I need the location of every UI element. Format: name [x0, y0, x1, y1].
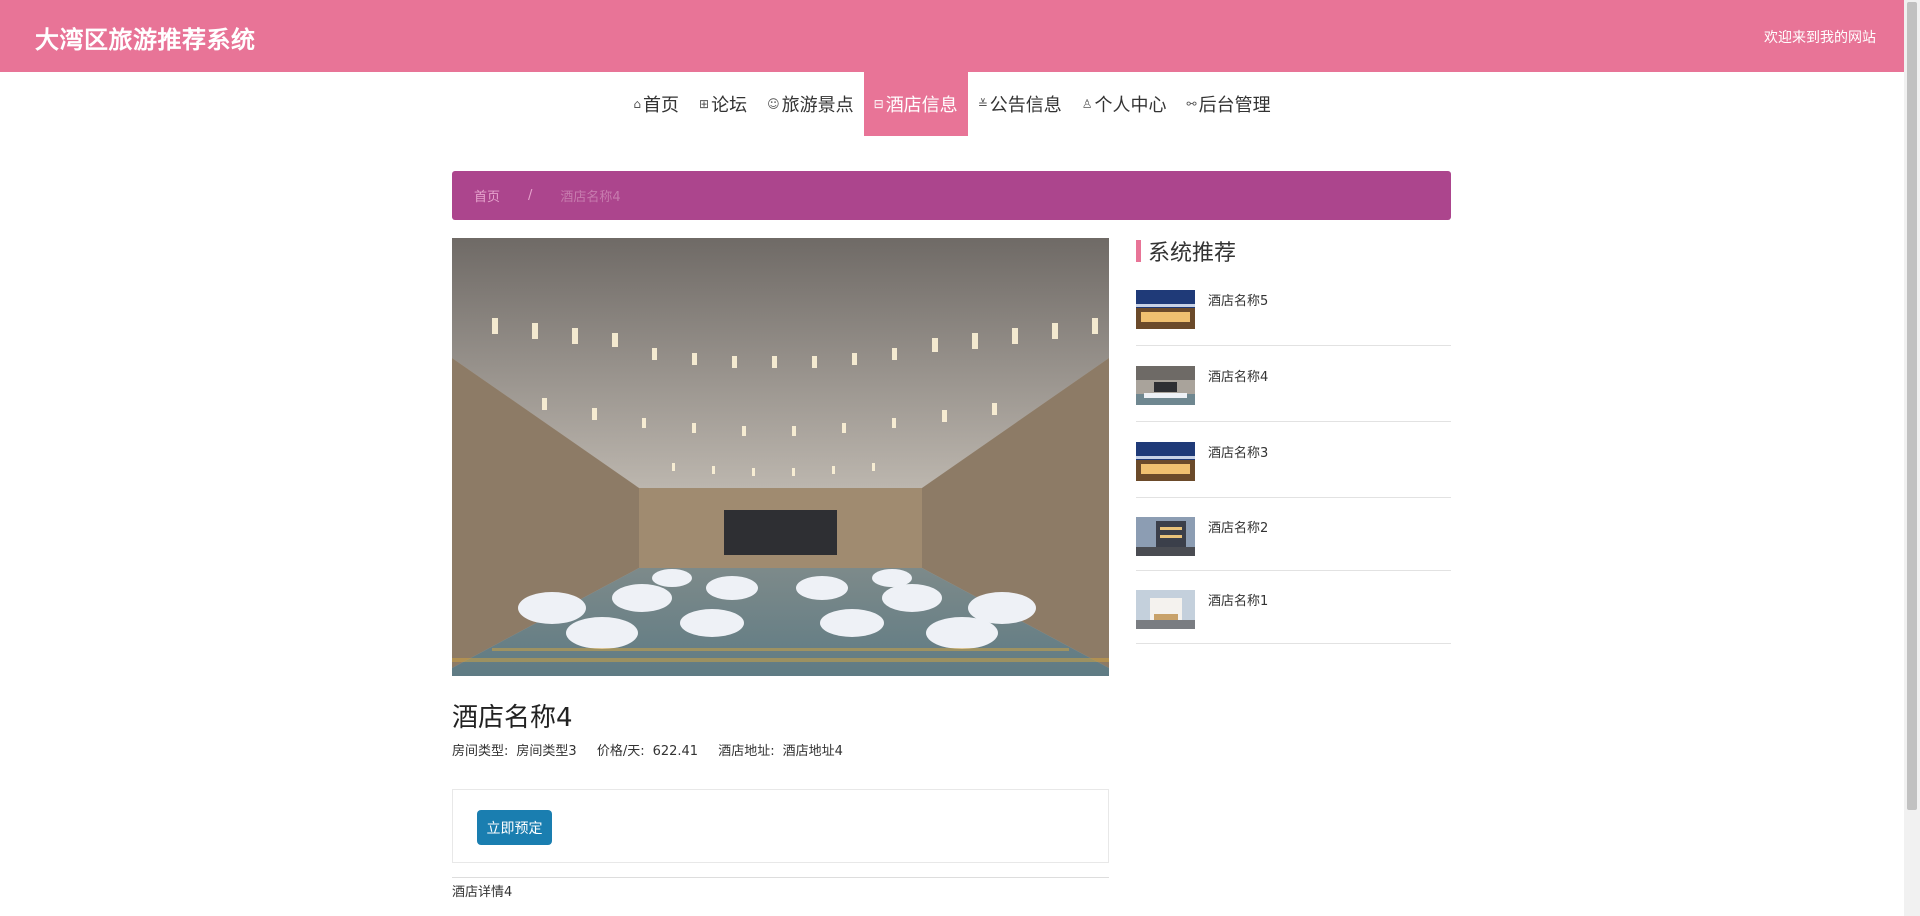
hotel-detail: 酒店详情4: [452, 885, 513, 900]
forum-icon: ⊞: [699, 97, 710, 111]
recommend-item-name[interactable]: 酒店名称2: [1208, 517, 1268, 536]
recommend-header: 系统推荐: [1136, 236, 1451, 266]
breadcrumb-current: 酒店名称4: [560, 190, 621, 205]
recommend-item[interactable]: 酒店名称4: [1136, 346, 1451, 422]
breadcrumb-home[interactable]: 首页: [474, 186, 500, 205]
link-icon: ⚯: [1186, 97, 1197, 111]
recommend-item[interactable]: 酒店名称3: [1136, 422, 1451, 498]
book-now-button[interactable]: 立即预定: [477, 810, 552, 845]
nav-label: 首页: [643, 95, 680, 116]
nav-item-notice[interactable]: ≚ 公告信息: [968, 72, 1072, 136]
hotel-meta: 房间类型: 房间类型3 价格/天: 622.41 酒店地址: 酒店地址4: [452, 740, 859, 759]
hotel-thumbnail[interactable]: [1136, 366, 1195, 405]
notice-icon: ≚: [977, 97, 988, 111]
recommend-item-name[interactable]: 酒店名称1: [1208, 590, 1268, 609]
user-icon: ♙: [1081, 97, 1093, 111]
hotel-name: 酒店名称4: [452, 703, 573, 733]
hotel-thumbnail[interactable]: [1136, 442, 1195, 481]
welcome-text: 欢迎来到我的网站: [1764, 30, 1876, 46]
hotel-thumbnail[interactable]: [1136, 590, 1195, 629]
recommend-sidebar: 系统推荐 酒店名称5 酒店名称4 酒店名称3 酒店名称2 酒店名称1: [1136, 236, 1451, 644]
hotel-thumbnail[interactable]: [1136, 290, 1195, 329]
recommend-title: 系统推荐: [1148, 241, 1237, 266]
recommend-item[interactable]: 酒店名称1: [1136, 571, 1451, 644]
nav-label: 论坛: [711, 95, 748, 116]
price-value: 622.41: [652, 744, 699, 759]
address-value: 酒店地址4: [782, 744, 843, 759]
nav-item-forum[interactable]: ⊞ 论坛: [689, 72, 757, 136]
nav-label: 个人中心: [1094, 95, 1167, 116]
hotel-main-image: [452, 238, 1109, 676]
recommend-item-name[interactable]: 酒店名称3: [1208, 442, 1268, 461]
nav-label: 后台管理: [1198, 95, 1271, 116]
breadcrumb-separator: /: [528, 188, 533, 203]
home-icon: ⌂: [633, 97, 642, 111]
detail-divider: [452, 877, 1109, 878]
recommend-list: 酒店名称5 酒店名称4 酒店名称3 酒店名称2 酒店名称1: [1136, 270, 1451, 644]
nav-label: 酒店信息: [885, 95, 958, 116]
address-label: 酒店地址:: [718, 744, 775, 759]
booking-panel: 立即预定: [452, 789, 1109, 863]
nav-item-user-center[interactable]: ♙ 个人中心: [1072, 72, 1177, 136]
price-label: 价格/天:: [596, 744, 645, 759]
nav-item-scenic[interactable]: ☺ 旅游景点: [757, 72, 864, 136]
recommend-item-name[interactable]: 酒店名称4: [1208, 366, 1268, 385]
page-scrollbar[interactable]: [1904, 0, 1920, 916]
scrollbar-thumb[interactable]: [1907, 2, 1917, 810]
header-accent-bar: [1136, 240, 1141, 262]
room-type-value: 房间类型3: [516, 744, 577, 759]
site-header: 大湾区旅游推荐系统 欢迎来到我的网站: [0, 0, 1904, 72]
nav-item-hotel[interactable]: ⊟ 酒店信息: [863, 72, 968, 136]
hotel-thumbnail[interactable]: [1136, 517, 1195, 556]
main-nav: ⌂ 首页 ⊞ 论坛 ☺ 旅游景点 ⊟ 酒店信息 ≚ 公告信息 ♙ 个人中心 ⚯ …: [0, 72, 1904, 136]
nav-item-admin[interactable]: ⚯ 后台管理: [1177, 72, 1281, 136]
room-type-label: 房间类型:: [452, 744, 509, 759]
recommend-item[interactable]: 酒店名称5: [1136, 270, 1451, 346]
hotel-icon: ⊟: [873, 97, 884, 111]
site-title: 大湾区旅游推荐系统: [35, 26, 256, 54]
nav-label: 公告信息: [989, 95, 1062, 116]
recommend-item[interactable]: 酒店名称2: [1136, 498, 1451, 571]
recommend-item-name[interactable]: 酒店名称5: [1208, 290, 1268, 309]
scenic-icon: ☺: [767, 97, 780, 111]
nav-item-home[interactable]: ⌂ 首页: [623, 72, 689, 136]
breadcrumb: 首页 / 酒店名称4: [452, 171, 1451, 220]
nav-label: 旅游景点: [781, 95, 854, 116]
